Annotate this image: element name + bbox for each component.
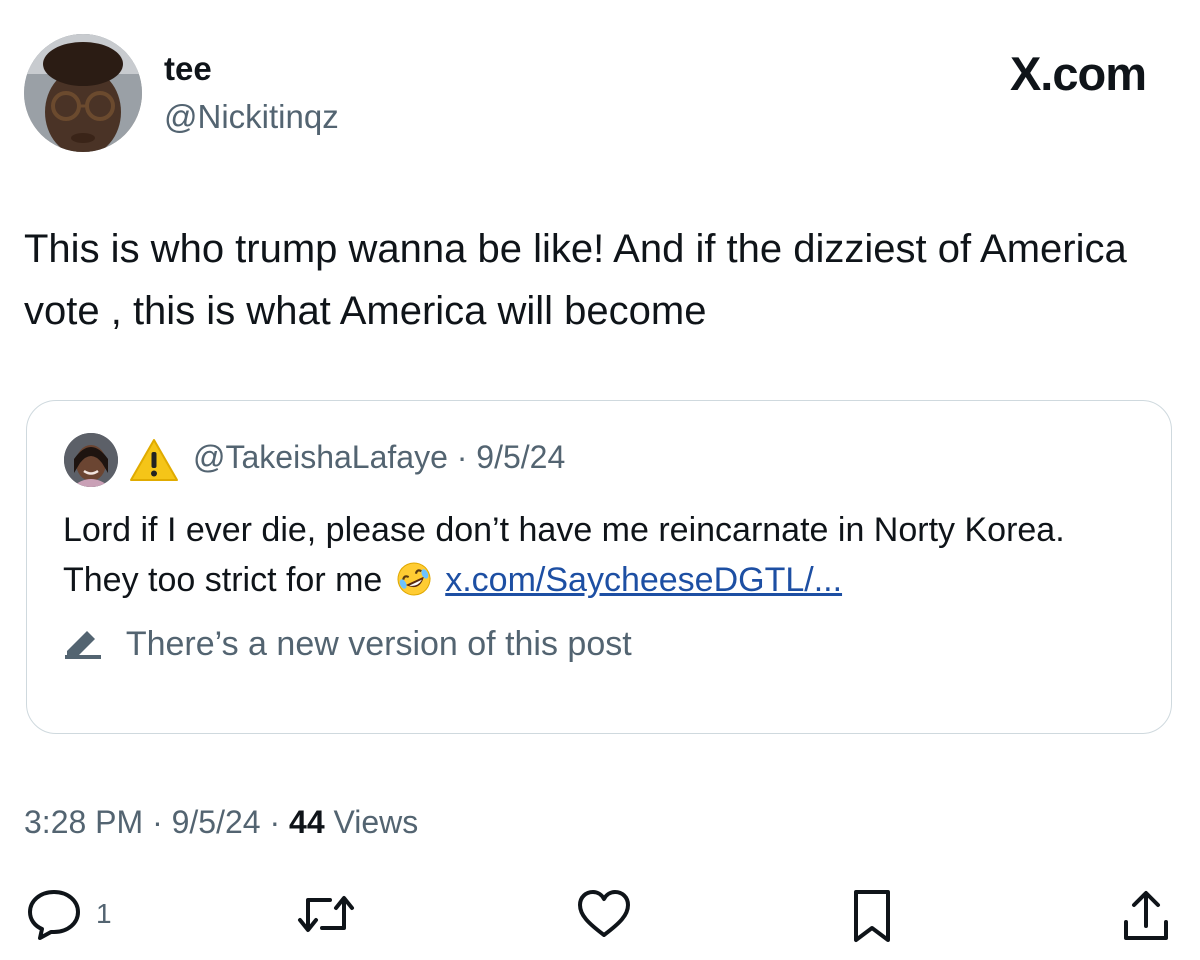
edited-post-text: There’s a new version of this post xyxy=(125,625,632,663)
quoted-meta-separator: · xyxy=(456,439,468,475)
author-handle[interactable]: @Nickitinqz xyxy=(164,98,339,136)
tweet-text: This is who trump wanna be like! And if … xyxy=(24,227,1127,333)
edited-post-notice[interactable]: There’s a new version of this post xyxy=(63,625,632,664)
retweet-icon xyxy=(298,896,354,932)
share-button[interactable] xyxy=(1120,888,1172,944)
reply-button[interactable]: 1 xyxy=(26,888,112,940)
quoted-author-avatar[interactable] xyxy=(64,433,118,487)
quoted-post-text: Lord if I ever die, please don’t have me… xyxy=(63,505,1143,605)
like-button[interactable] xyxy=(576,888,632,940)
author-display-name[interactable]: tee xyxy=(164,50,212,88)
post-date[interactable]: 9/5/24 xyxy=(172,804,261,840)
action-bar: 1 xyxy=(0,880,1200,950)
rolling-laughing-emoji-icon xyxy=(396,561,432,597)
share-icon xyxy=(1124,891,1168,940)
pencil-icon xyxy=(63,625,103,659)
retweet-button[interactable] xyxy=(296,888,356,940)
quoted-post-card[interactable]: @TakeishaLafaye · 9/5/24 Lord if I ever … xyxy=(26,400,1172,734)
heart-icon xyxy=(578,890,630,937)
quoted-post-meta: @TakeishaLafaye · 9/5/24 xyxy=(193,439,565,476)
bookmark-button[interactable] xyxy=(848,888,896,944)
reply-icon xyxy=(28,890,80,940)
reply-count: 1 xyxy=(96,898,112,929)
quoted-post-date[interactable]: 9/5/24 xyxy=(476,439,565,475)
warning-icon xyxy=(128,437,180,483)
views-count: 44 xyxy=(289,804,325,840)
views-label: Views xyxy=(333,804,419,840)
author-avatar[interactable] xyxy=(24,34,142,152)
bookmark-icon xyxy=(854,890,890,942)
x-brand-label: X.com xyxy=(1009,47,1147,100)
quoted-author-handle[interactable]: @TakeishaLafaye xyxy=(193,439,448,475)
post-time[interactable]: 3:28 PM xyxy=(24,804,143,840)
post-meta-line: 3:28 PM · 9/5/24 · 44 Views xyxy=(24,804,418,841)
meta-separator: · xyxy=(269,804,281,840)
quoted-post-link[interactable]: x.com/SaycheeseDGTL/... xyxy=(445,561,842,599)
meta-separator: · xyxy=(152,804,163,840)
